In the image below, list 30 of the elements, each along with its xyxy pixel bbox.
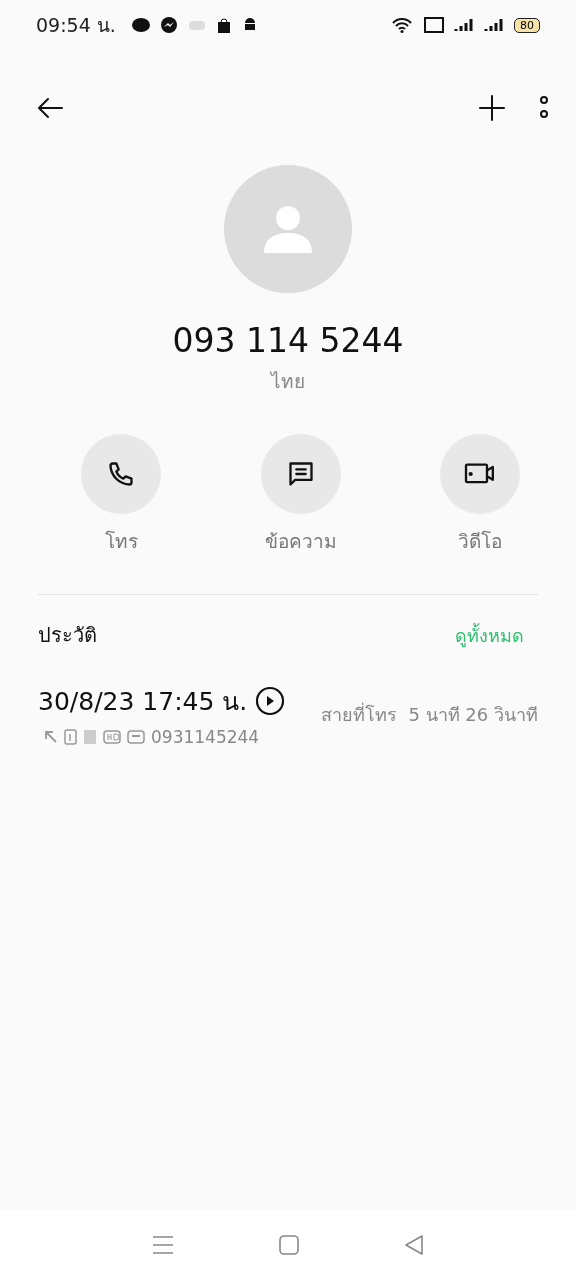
plus-icon — [478, 93, 506, 122]
action-label: ข้อความ — [264, 529, 337, 554]
action-label: โทร — [104, 529, 138, 554]
signal-icon — [484, 17, 504, 33]
action-label: วิดีโอ — [458, 529, 502, 554]
shopping-bag-icon — [215, 17, 232, 33]
phone-number: 093 114 5244 — [172, 321, 404, 360]
outgoing-arrow-icon — [44, 730, 58, 744]
see-all-link[interactable]: ดูทั้งหมด — [455, 620, 524, 650]
sim-icon — [64, 729, 77, 745]
call-datetime: 30/8/23 17:45 น. — [38, 686, 248, 718]
message-icon — [286, 460, 315, 488]
play-button[interactable] — [255, 686, 286, 716]
status-time: 09:54 น. — [36, 13, 116, 38]
more-options-icon — [538, 94, 550, 121]
phone-icon — [107, 460, 135, 488]
wifi-icon — [392, 17, 414, 33]
caller-number: 0931145244 — [151, 727, 260, 747]
battery-level: 80 — [514, 17, 540, 33]
location: ไทย — [271, 369, 305, 394]
messenger-icon — [159, 17, 178, 33]
section-title: ประวัติ — [38, 622, 97, 649]
home-button[interactable] — [279, 1235, 299, 1255]
hd-icon — [103, 730, 121, 744]
person-silhouette-icon — [262, 203, 314, 255]
back-arrow-icon — [36, 95, 64, 120]
signal-icon — [454, 17, 474, 33]
call-duration: สายที่โทร 5 นาที 26 วินาที — [321, 701, 538, 727]
call-type-icon — [127, 730, 145, 744]
back-nav-button[interactable] — [404, 1235, 424, 1255]
